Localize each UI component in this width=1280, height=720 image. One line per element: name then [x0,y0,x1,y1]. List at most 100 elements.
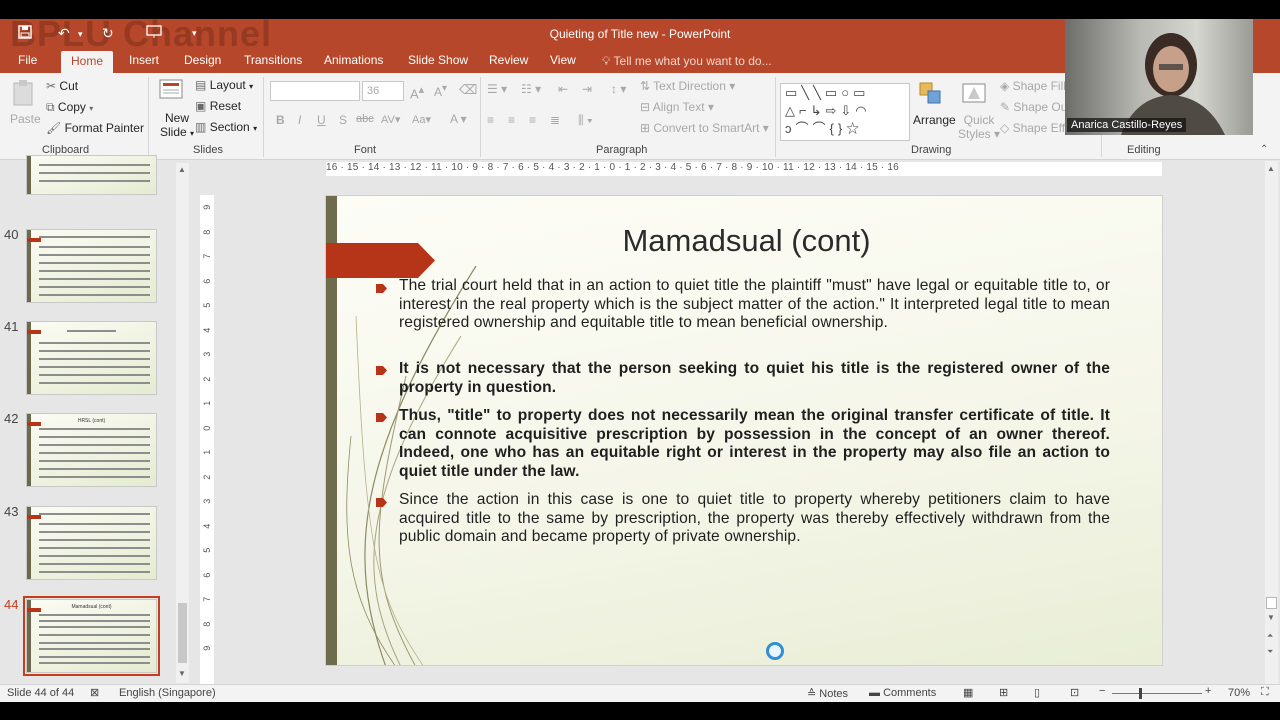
justify-icon[interactable]: ≣ [550,113,560,127]
undo-icon[interactable]: ↶ [58,25,70,42]
comments-button[interactable]: ▬ Comments [869,687,936,699]
spellcheck-icon[interactable]: ⊠ [90,686,99,699]
undo-dropdown-icon[interactable]: ▾ [78,29,83,40]
zoom-level[interactable]: 70% [1228,687,1250,699]
slide-thumbnail-40[interactable] [26,229,157,303]
new-slide-icon[interactable] [158,78,186,106]
format-painter-button[interactable]: 🖌︎ Format Painter [46,121,144,135]
redo-icon[interactable]: ↻ [102,25,114,42]
collapse-ribbon-icon[interactable]: ⌃ [1260,144,1268,155]
scroll-up-icon[interactable]: ▲ [1267,164,1275,173]
ruler-mark: 9 [201,645,212,651]
line-spacing-icon[interactable]: ↕ ▾ [611,82,626,96]
scroll-down-icon[interactable]: ▼ [1267,613,1275,622]
tab-design[interactable]: Design [184,53,221,67]
tab-slide-show[interactable]: Slide Show [408,53,468,67]
align-right-icon[interactable]: ≡ [529,113,536,127]
slide-title[interactable]: Mamadsual (cont) [326,223,1162,259]
font-color-icon[interactable]: A ▾ [450,112,467,126]
underline-button[interactable]: U [317,113,326,127]
slide-thumbnail-44[interactable]: Mamadsual (cont) [23,596,160,676]
save-icon[interactable] [18,25,32,42]
numbering-icon[interactable]: ☷ ▾ [521,82,541,96]
slide-thumbnail-partial[interactable] [26,155,157,195]
arrange-icon[interactable] [916,79,946,111]
normal-view-icon[interactable]: ▦ [963,686,973,699]
align-left-icon[interactable]: ≡ [487,113,494,127]
arrange-button[interactable]: Arrange [913,113,956,127]
bullet-text[interactable]: Since the action in this case is one to … [399,491,1110,547]
slide-canvas[interactable]: Mamadsual (cont) The trial court held th… [325,195,1163,666]
notes-button[interactable]: ≙ Notes [807,687,848,700]
align-text-button[interactable]: ⊟ Align Text ▾ [640,100,714,114]
zoom-out-icon[interactable]: − [1099,685,1105,697]
bullet-text[interactable]: Thus, "title" to property does not neces… [399,407,1110,482]
customize-toolbar-icon[interactable]: ▾ [192,28,197,39]
language-indicator[interactable]: English (Singapore) [119,687,216,699]
tab-insert[interactable]: Insert [129,53,159,67]
reset-button[interactable]: ▣ Reset [195,99,241,113]
fit-to-window-icon[interactable]: ⛶ [1261,686,1269,699]
start-slideshow-icon[interactable] [146,25,162,42]
thumbnail-scrollbar[interactable]: ▲ ▼ [176,163,189,683]
shadow-button[interactable]: S [339,113,347,127]
shrink-font-icon[interactable]: A▾ [434,83,447,99]
reading-view-icon[interactable]: ▯ [1034,686,1040,699]
tab-view[interactable]: View [550,53,576,67]
slideshow-view-icon[interactable]: ⊡ [1070,686,1079,699]
zoom-in-icon[interactable]: + [1205,685,1211,697]
scroll-down-icon[interactable]: ▼ [178,669,186,678]
font-size-combo[interactable]: 36 [362,81,404,101]
quick-styles-icon[interactable] [960,79,990,109]
layout-button[interactable]: ▤ Layout ▾ [195,78,253,92]
slide-scrollbar[interactable]: ▲ ▼ ⏶ ⏷ [1265,161,1278,684]
paste-button[interactable]: Paste [10,112,41,126]
tab-home[interactable]: Home [61,51,114,73]
grow-font-icon[interactable]: A▴ [410,83,424,101]
tab-review[interactable]: Review [489,53,528,67]
increase-indent-icon[interactable]: ⇥ [582,82,592,96]
change-case-icon[interactable]: Aa▾ [412,113,431,126]
next-slide-icon[interactable]: ⏷ [1267,647,1273,657]
quick-styles-button[interactable]: Quick Styles ▾ [958,113,1000,141]
font-name-combo[interactable] [270,81,360,101]
scroll-up-icon[interactable]: ▲ [178,165,186,174]
paste-icon[interactable] [10,79,38,109]
shape-outline-button[interactable]: ✎ Shape Ou [1000,100,1067,114]
character-spacing-icon[interactable]: AV▾ [381,113,400,126]
slide-thumbnail-42[interactable]: HRSL (cont) [26,413,157,487]
bullets-icon[interactable]: ☰ ▾ [487,82,507,96]
clear-formatting-icon[interactable]: ⌫ [459,82,477,98]
cut-button[interactable]: ✂ Cut [46,79,78,93]
section-button[interactable]: ▥ Section ▾ [195,120,257,134]
slide-thumbnail-43[interactable] [26,506,157,580]
zoom-slider[interactable] [1112,693,1202,694]
tell-me-search[interactable]: 💡︎ Tell me what you want to do... [602,54,772,69]
new-slide-button[interactable]: New Slide ▾ [160,111,194,141]
text-direction-button[interactable]: ⇅ Text Direction ▾ [640,79,735,93]
webcam-name-label: Anarica Castillo-Reyes [1067,118,1187,132]
shapes-gallery[interactable]: ▭╲╲▭○▭ △⌐↳⇨⇩◠ ↄ⌒⌒{}☆ [780,83,910,141]
convert-smartart-button[interactable]: ⊞ Convert to SmartArt ▾ [640,121,769,135]
align-center-icon[interactable]: ≡ [508,113,515,127]
tab-file[interactable]: File [18,53,37,67]
scrollbar-thumb[interactable] [178,603,187,663]
copy-button[interactable]: ⧉ Copy ▾ [46,100,93,115]
columns-icon[interactable]: ⫼ ▾ [578,113,593,128]
bullet-text[interactable]: It is not necessary that the person seek… [399,360,1110,397]
ruler-mark: 8 [201,621,212,627]
zoom-slider-thumb[interactable] [1139,688,1142,699]
shape-fill-button[interactable]: ◈ Shape Fill [1000,79,1066,93]
previous-slide-icon[interactable]: ⏶ [1267,631,1273,641]
decrease-indent-icon[interactable]: ⇤ [558,82,568,96]
bold-button[interactable]: B [276,113,285,127]
strikethrough-icon[interactable]: abc [356,113,374,125]
tab-animations[interactable]: Animations [324,53,383,67]
slide-sorter-icon[interactable]: ⊞ [999,686,1008,699]
bullet-text[interactable]: The trial court held that in an action t… [399,277,1110,333]
tab-transitions[interactable]: Transitions [244,53,302,67]
italic-button[interactable]: I [298,113,301,127]
scrollbar-thumb[interactable] [1266,597,1277,609]
shape-effects-button[interactable]: ◇ Shape Eff [1000,121,1065,135]
slide-thumbnail-41[interactable] [26,321,157,395]
